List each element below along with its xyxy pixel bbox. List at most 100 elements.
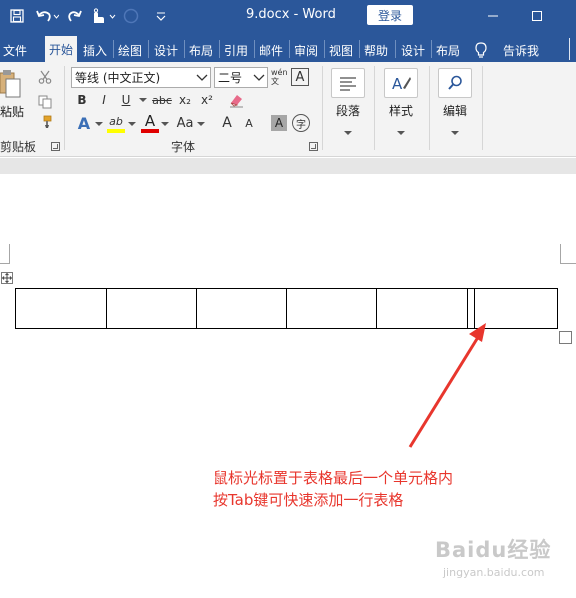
table-cell-border xyxy=(286,289,287,328)
tab-separator xyxy=(359,40,360,58)
bold-button[interactable]: B xyxy=(74,91,90,109)
chevron-down-icon[interactable] xyxy=(127,117,137,131)
tab-review[interactable]: 审阅 xyxy=(291,38,321,62)
document-title: 9.docx - Word xyxy=(246,7,336,22)
italic-button[interactable]: I xyxy=(96,91,112,109)
login-button[interactable]: 登录 xyxy=(367,5,413,25)
tab-separator xyxy=(254,40,255,58)
annotation-arrow-icon xyxy=(408,323,486,448)
annotation-line-1: 鼠标光标置于表格最后一个单元格内 xyxy=(213,469,454,487)
chevron-down-icon xyxy=(397,121,405,140)
chevron-down-icon xyxy=(451,121,459,140)
font-dialog-launcher-icon[interactable] xyxy=(309,142,318,151)
tell-me-search[interactable]: 告诉我 xyxy=(500,38,542,62)
grow-font-button[interactable]: A xyxy=(218,113,236,133)
font-group-label: 字体 xyxy=(171,140,196,154)
touch-mode-icon[interactable] xyxy=(88,0,118,32)
tab-separator xyxy=(324,40,325,58)
subscript-button[interactable]: x₂ xyxy=(176,91,194,109)
tab-draw[interactable]: 绘图 xyxy=(115,38,145,62)
tab-file[interactable]: 文件 xyxy=(0,38,30,62)
tab-home[interactable]: 开始 xyxy=(45,36,77,62)
tab-insert[interactable]: 插入 xyxy=(80,38,110,62)
group-separator xyxy=(482,66,483,150)
redo-icon[interactable] xyxy=(64,0,86,32)
font-name-combo[interactable]: 等线 (中文正文) xyxy=(71,67,211,88)
paste-button-label[interactable]: 粘贴 xyxy=(0,103,24,120)
enclose-characters-button[interactable]: 字 xyxy=(292,114,310,132)
table-resize-handle-icon[interactable] xyxy=(559,331,572,344)
strikethrough-button[interactable]: abc xyxy=(151,91,173,109)
paragraph-button[interactable]: 段落 xyxy=(330,68,366,140)
tab-table-design[interactable]: 设计 xyxy=(397,38,429,62)
font-size-combo[interactable]: 二号 xyxy=(214,67,268,88)
chevron-down-icon[interactable] xyxy=(196,70,208,87)
watermark-url-text: jingyan.baidu.com xyxy=(443,566,545,579)
tab-separator xyxy=(569,38,570,60)
paragraph-icon xyxy=(331,68,365,98)
chevron-down-icon[interactable] xyxy=(253,70,265,87)
tab-separator xyxy=(431,40,432,58)
ribbon-tab-bar: 文件 开始 插入 绘图 设计 布局 引用 邮件 审阅 视图 帮助 设计 布局 告… xyxy=(0,32,576,62)
autosave-icon[interactable] xyxy=(120,0,142,32)
paste-icon[interactable] xyxy=(0,68,22,102)
chevron-down-icon[interactable] xyxy=(94,117,104,131)
table-move-handle-icon[interactable] xyxy=(1,272,13,284)
change-case-button[interactable]: Aa xyxy=(174,113,196,133)
underline-button[interactable]: U xyxy=(118,91,134,109)
styles-button[interactable]: A 样式 xyxy=(383,68,419,140)
group-separator xyxy=(374,66,375,150)
table-cell-border xyxy=(196,289,197,328)
clipboard-dialog-launcher-icon[interactable] xyxy=(51,142,60,151)
title-bar: 9.docx - Word 登录 xyxy=(0,0,576,32)
group-separator xyxy=(64,66,65,150)
tab-references[interactable]: 引用 xyxy=(221,38,251,62)
paragraph-label: 段落 xyxy=(335,104,360,118)
copy-icon[interactable] xyxy=(36,93,54,111)
format-painter-icon[interactable] xyxy=(36,113,54,131)
minimize-icon[interactable] xyxy=(473,0,513,32)
tab-separator xyxy=(113,40,114,58)
styles-icon: A xyxy=(384,68,418,98)
superscript-button[interactable]: x² xyxy=(198,91,216,109)
chevron-down-icon xyxy=(344,121,352,140)
font-color-button[interactable]: A xyxy=(141,112,159,133)
document-page[interactable]: 鼠标光标置于表格最后一个单元格内 按Tab键可快速添加一行表格 Baidu经验 … xyxy=(0,174,576,598)
document-gap xyxy=(0,158,576,174)
font-name-value: 等线 (中文正文) xyxy=(75,71,161,85)
maximize-icon[interactable] xyxy=(517,0,557,32)
ribbon: 粘贴 剪贴板 等线 (中文正文) 二号 wén 文 A B I U abc x₂… xyxy=(0,62,576,157)
watermark-logo: Baidu经验 jingyan.baidu.com xyxy=(435,534,551,579)
tab-table-layout[interactable]: 布局 xyxy=(433,38,463,62)
tab-layout[interactable]: 布局 xyxy=(186,38,216,62)
quick-access-toolbar xyxy=(6,0,172,32)
tab-view[interactable]: 视图 xyxy=(326,38,356,62)
tab-separator xyxy=(289,40,290,58)
tab-design[interactable]: 设计 xyxy=(150,38,182,62)
tab-mailings[interactable]: 邮件 xyxy=(256,38,286,62)
shrink-font-button[interactable]: A xyxy=(240,113,258,133)
text-effects-button[interactable]: A xyxy=(75,113,93,133)
clear-formatting-icon[interactable] xyxy=(227,91,247,109)
character-shading-button[interactable]: A xyxy=(271,115,287,131)
group-separator xyxy=(429,66,430,150)
character-border-button[interactable]: A xyxy=(291,68,309,86)
chevron-down-icon[interactable] xyxy=(196,117,206,131)
tab-help[interactable]: 帮助 xyxy=(361,38,391,62)
margin-corner-mark xyxy=(0,244,10,264)
highlight-button[interactable]: ab xyxy=(107,113,125,133)
chevron-down-icon[interactable] xyxy=(160,117,170,131)
chevron-down-icon[interactable] xyxy=(138,93,148,107)
editing-button[interactable]: 编辑 xyxy=(437,68,473,140)
undo-icon[interactable] xyxy=(34,0,60,32)
clipboard-group-label: 剪贴板 xyxy=(0,140,37,154)
group-separator xyxy=(322,66,323,150)
phonetic-guide-button[interactable]: wén 文 xyxy=(271,66,289,88)
editing-label: 编辑 xyxy=(442,104,467,118)
lightbulb-icon[interactable] xyxy=(472,38,490,62)
tab-separator xyxy=(219,40,220,58)
save-icon[interactable] xyxy=(6,0,28,32)
cut-icon[interactable] xyxy=(36,68,54,86)
tab-separator xyxy=(395,40,396,58)
customize-qat-icon[interactable] xyxy=(150,0,172,32)
